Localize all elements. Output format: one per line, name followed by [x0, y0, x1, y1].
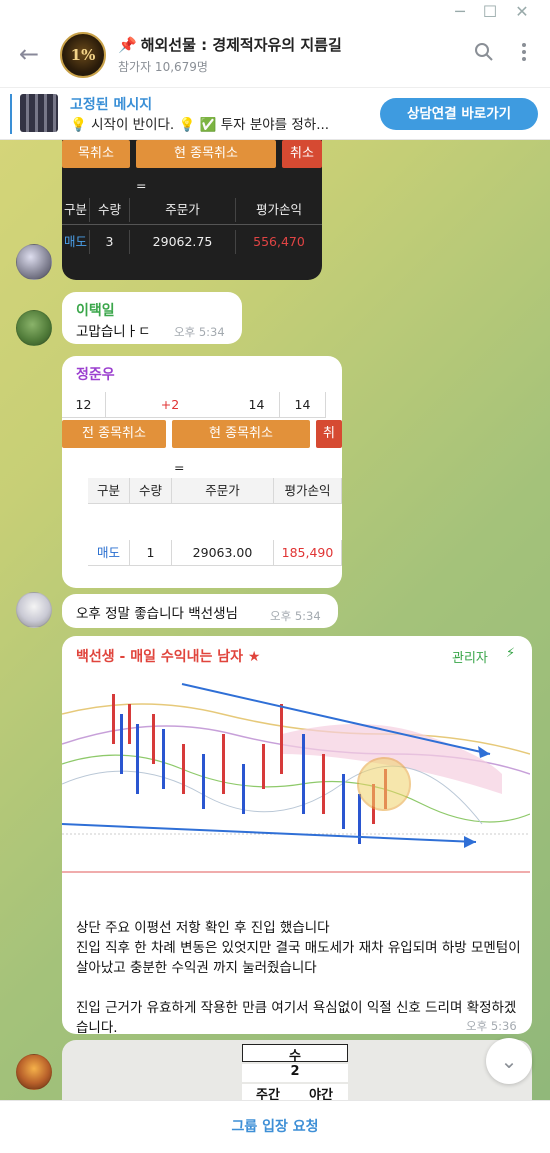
message-list[interactable]: 목취소 현 종목취소 취소 = 구분 수량 주문가 평가손익 매도 3 2906…	[0, 140, 550, 1100]
avatar[interactable]	[16, 592, 52, 628]
message-bubble[interactable]: 정준우 12 +2 14 14 전 종목취소 현 종목취소 취 = 구분 수량 …	[62, 356, 342, 588]
image-message[interactable]: 수 2 주간 야간	[62, 1040, 532, 1100]
bottom-bar: 그룹 입장 요청	[0, 1100, 550, 1153]
table-cell: 2	[242, 1064, 348, 1082]
trade-screenshot-image[interactable]: 12 +2 14 14 전 종목취소 현 종목취소 취 = 구분 수량 주문가 …	[62, 390, 342, 570]
post-line: 진입 근거가 유효하게 작용한 만큼 여기서 욕심없이 익절 신호 드리며 확정…	[76, 1000, 517, 1036]
chevron-down-icon[interactable]: ⌄	[486, 1038, 532, 1084]
maximize-icon[interactable]: ☐	[478, 2, 502, 22]
channel-avatar[interactable]: 1%	[60, 32, 106, 78]
chat-header: ← 1% 📌 해외선물 : 경제적자유의 지름길 참가자 10,679명	[0, 24, 550, 88]
col-header: 주문가	[172, 478, 274, 504]
trade-screenshot-image[interactable]: 목취소 현 종목취소 취소 = 구분 수량 주문가 평가손익 매도 3 2906…	[62, 140, 322, 280]
col-header: 구분	[88, 478, 130, 504]
cell-side: 매도	[88, 540, 130, 566]
top-cell: 14	[280, 392, 326, 418]
cell-price: 29063.00	[172, 540, 274, 566]
channel-title-text: 해외선물 : 경제적자유의 지름길	[140, 36, 342, 54]
subscriber-count: 참가자 10,679명	[118, 60, 208, 74]
sender-name[interactable]: 이택일	[76, 300, 115, 320]
back-arrow-icon[interactable]: ←	[14, 40, 44, 70]
admin-badge: 관리자	[452, 651, 488, 666]
cell-side: 매도	[62, 230, 90, 254]
message-time: 오후 5:34	[174, 325, 225, 339]
pinned-indicator	[10, 94, 12, 134]
pinned-label: 고정된 메시지	[70, 97, 153, 113]
cell-qty: 3	[90, 230, 130, 254]
post-line: 진입 직후 한 차례 변동은 있엇지만 결국 매도세가 재차 유입되며 하방 모…	[76, 940, 521, 976]
col-header: 주문가	[130, 198, 236, 222]
col-header: 평가손익	[274, 478, 342, 504]
cell-qty: 1	[130, 540, 172, 566]
avatar[interactable]	[16, 310, 52, 346]
message-time: 오후 5:34	[270, 609, 321, 623]
col-header: 구분	[62, 198, 90, 222]
search-icon[interactable]	[474, 42, 494, 62]
table-cell: 야간	[294, 1084, 348, 1100]
col-header: 평가손익	[255, 202, 302, 217]
pinned-thumbnail	[20, 94, 58, 132]
pin-icon: 📌	[118, 36, 137, 54]
cancel-button-image: 목취소	[62, 140, 130, 168]
current-cancel-button-image: 현 종목취소	[172, 420, 310, 448]
post-line	[76, 978, 526, 998]
cancel-all-button-image: 전 종목취소	[62, 420, 166, 448]
consult-link-button[interactable]: 상담연결 바로가기	[380, 98, 538, 130]
sender-name[interactable]: 백선생 - 매일 수익내는 남자 ★	[76, 646, 260, 666]
post-line: 상단 주요 이평선 저항 확인 후 진입 했습니다	[76, 920, 330, 936]
candlestick-chart-image[interactable]	[62, 674, 530, 874]
window-titlebar: ─ ☐ ✕	[0, 0, 550, 24]
more-options-icon[interactable]	[514, 40, 534, 64]
pinned-text: 💡 시작이 반이다. 💡 ✅ 투자 분야를 정하...	[70, 117, 330, 133]
cancel-button-image: 취	[316, 420, 342, 448]
message-text: 고맙습니ㅏㄷ	[76, 324, 151, 340]
lightning-icon: ⚡	[506, 646, 516, 661]
sender-name[interactable]: 정준우	[76, 364, 115, 384]
top-cell: 14	[234, 392, 280, 418]
top-cell: 12	[62, 392, 106, 418]
join-group-button[interactable]: 그룹 입장 요청	[0, 1101, 550, 1153]
col-header: 수량	[130, 478, 172, 504]
cell-pnl: 185,490	[274, 540, 342, 566]
cell-pnl: 556,470	[253, 234, 305, 249]
top-cell: +2	[106, 392, 234, 418]
close-icon[interactable]: ✕	[510, 2, 534, 22]
message-bubble[interactable]: 이택일 고맙습니ㅏㄷ 오후 5:34	[62, 292, 242, 344]
col-header: 수량	[90, 198, 130, 222]
message-bubble[interactable]: 오후 정말 좋습니다 백선생님 오후 5:34	[62, 594, 338, 628]
channel-title[interactable]: 📌 해외선물 : 경제적자유의 지름길	[118, 34, 342, 55]
divider	[62, 224, 322, 225]
equals-sign: =	[136, 178, 147, 193]
equals-sign: =	[174, 460, 185, 475]
avatar[interactable]	[16, 244, 52, 280]
table-cell: 수	[242, 1044, 348, 1064]
minimize-icon[interactable]: ─	[448, 2, 472, 22]
post-text: 상단 주요 이평선 저항 확인 후 진입 했습니다 진입 직후 한 차례 변동은…	[76, 918, 526, 1038]
cancel-button-image: 취소	[282, 140, 322, 168]
pinned-message-bar[interactable]: 고정된 메시지 💡 시작이 반이다. 💡 ✅ 투자 분야를 정하... 상담연결…	[0, 88, 550, 140]
current-cancel-button-image: 현 종목취소	[136, 140, 276, 168]
message-time: 오후 5:36	[466, 1019, 517, 1033]
avatar[interactable]	[16, 1054, 52, 1090]
message-text: 오후 정말 좋습니다 백선생님	[76, 606, 238, 622]
table-cell: 주간	[242, 1084, 294, 1100]
cell-price: 29062.75	[130, 230, 236, 254]
